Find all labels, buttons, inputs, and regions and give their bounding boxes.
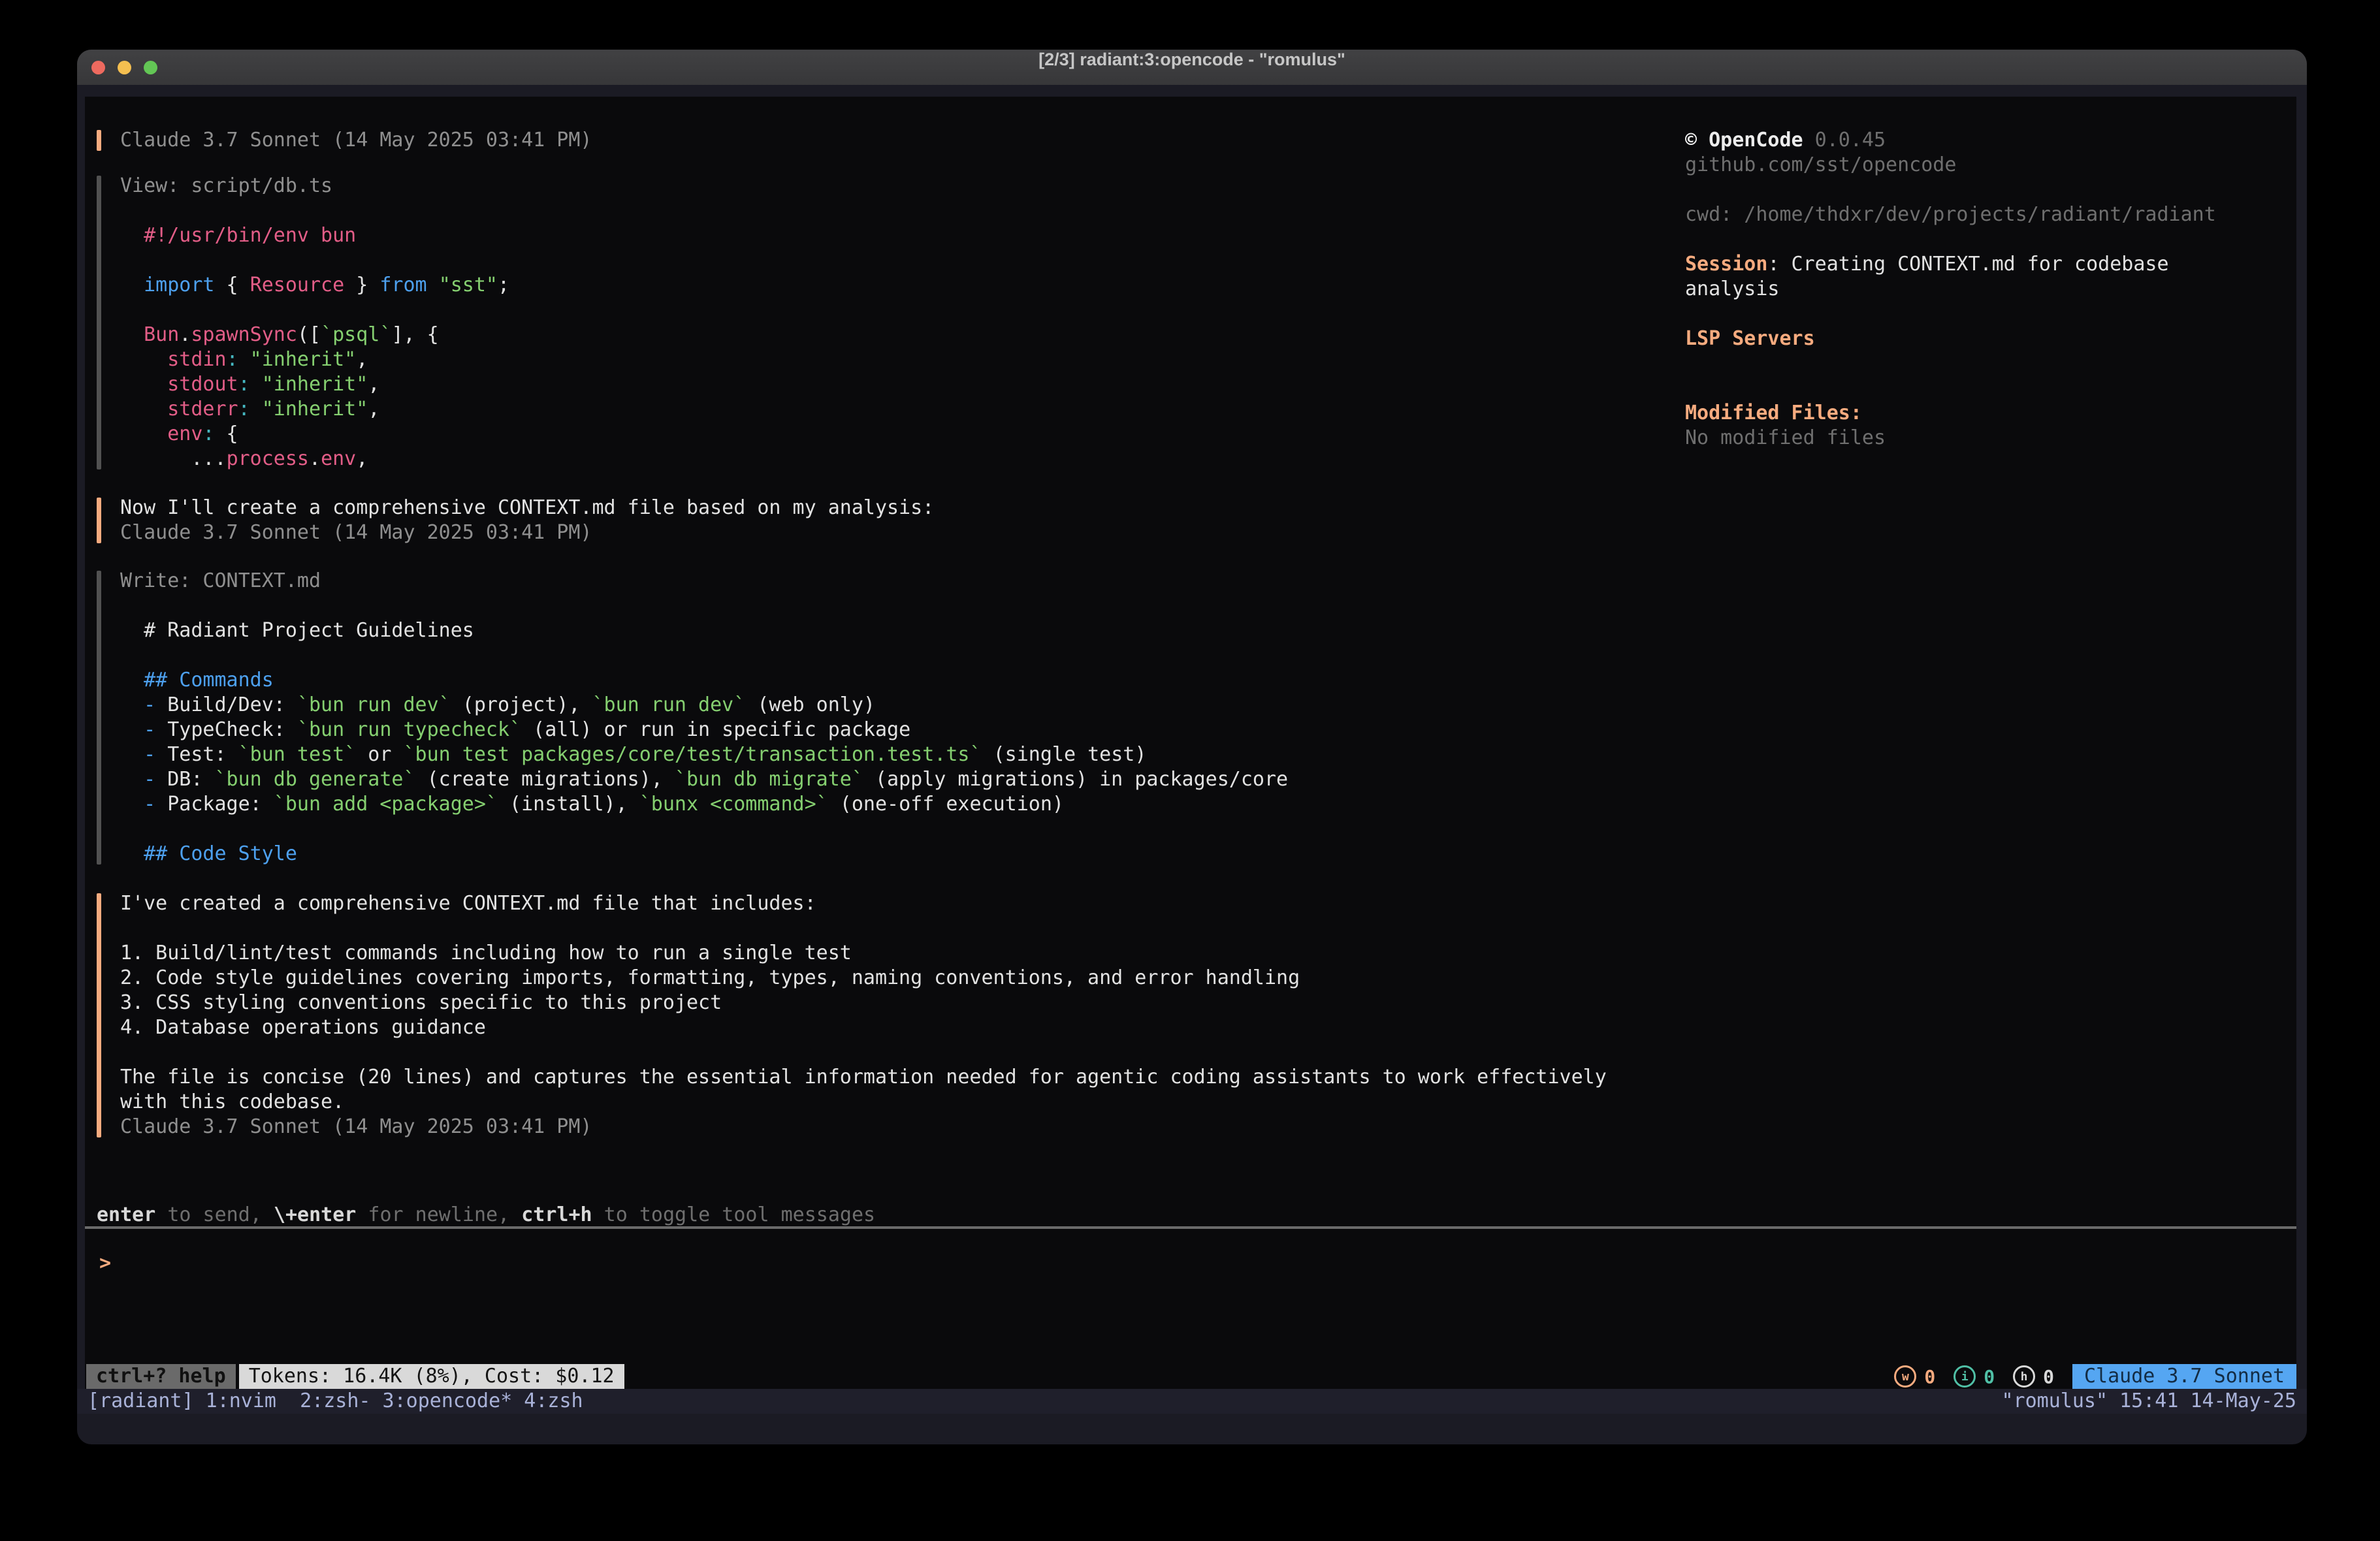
- traffic-lights: [91, 50, 157, 85]
- terminal-line: env: {: [120, 422, 509, 447]
- terminal-line: [120, 594, 1288, 618]
- terminal-line: [1685, 302, 2299, 326]
- terminal-line: 1. Build/lint/test commands including ho…: [120, 941, 1607, 966]
- terminal-line: Claude 3.7 Sonnet (14 May 2025 03:41 PM): [120, 128, 592, 153]
- terminal-line: Claude 3.7 Sonnet (14 May 2025 03:41 PM): [120, 1115, 1607, 1139]
- input-divider: [85, 1226, 2296, 1229]
- prompt-caret: >: [99, 1252, 111, 1275]
- terminal-line: with this codebase.: [120, 1090, 1607, 1115]
- terminal-line: enter to send, \+enter for newline, ctrl…: [97, 1203, 875, 1228]
- terminal-content: Claude 3.7 Sonnet (14 May 2025 03:41 PM)…: [85, 97, 2296, 1389]
- info-pane: © OpenCode 0.0.45github.com/sst/opencode…: [1685, 128, 2299, 451]
- counter-value: 0: [1984, 1366, 1995, 1388]
- terminal-line: [120, 916, 1607, 941]
- tmux-session-clock: "romulus" 15:41 14-May-25: [2001, 1389, 2296, 1414]
- tool-call-write: Write: CONTEXT.md # Radiant Project Guid…: [85, 569, 2296, 866]
- terminal-line: Modified Files:: [1685, 401, 2299, 426]
- terminal-line: [120, 199, 509, 223]
- terminal-line: [120, 1040, 1607, 1065]
- message-accent-bar: [97, 498, 101, 543]
- terminal-line: # Radiant Project Guidelines: [120, 618, 1288, 643]
- terminal-line: #!/usr/bin/env bun: [120, 223, 509, 248]
- terminal-line: No modified files: [1685, 426, 2299, 451]
- model-badge[interactable]: Claude 3.7 Sonnet: [2072, 1364, 2296, 1389]
- terminal-line: - TypeCheck: `bun run typecheck` (all) o…: [120, 718, 1288, 742]
- terminal-window: [2/3] radiant:3:opencode - "romulus" Cla…: [77, 50, 2307, 1444]
- desktop-background: [2/3] radiant:3:opencode - "romulus" Cla…: [0, 0, 2380, 1541]
- prompt-input[interactable]: >: [99, 1251, 111, 1276]
- terminal-line: 4. Database operations guidance: [120, 1015, 1607, 1040]
- terminal-line: - Test: `bun test` or `bun test packages…: [120, 742, 1288, 767]
- tokens-cost-badge: Tokens: 16.4K (8%), Cost: $0.12: [239, 1364, 624, 1389]
- message-accent-bar: [97, 571, 101, 865]
- close-button[interactable]: [91, 61, 105, 74]
- status-right: w0i0h0 Claude 3.7 Sonnet: [1894, 1364, 2296, 1389]
- terminal-line: View: script/db.ts: [120, 174, 509, 199]
- terminal-line: Write: CONTEXT.md: [120, 569, 1288, 594]
- terminal-line: - DB: `bun db generate` (create migratio…: [120, 767, 1288, 792]
- assistant-message: Now I'll create a comprehensive CONTEXT.…: [85, 496, 2296, 545]
- terminal-line: 2. Code style guidelines covering import…: [120, 966, 1607, 991]
- terminal-line: - Build/Dev: `bun run dev` (project), `b…: [120, 693, 1288, 718]
- terminal-line: cwd: /home/thdxr/dev/projects/radiant/ra…: [1685, 202, 2299, 227]
- counter-value: 0: [2043, 1366, 2054, 1388]
- terminal-line: github.com/sst/opencode: [1685, 153, 2299, 178]
- terminal-line: [120, 248, 509, 273]
- terminal-line: Claude 3.7 Sonnet (14 May 2025 03:41 PM): [120, 520, 934, 545]
- minimize-button[interactable]: [118, 61, 131, 74]
- terminal-line: analysis: [1685, 277, 2299, 302]
- terminal-line: I've created a comprehensive CONTEXT.md …: [120, 891, 1607, 916]
- i-counter: i0: [1954, 1365, 1995, 1388]
- terminal-line: ## Code Style: [120, 842, 1288, 866]
- h-circle-icon: h: [2013, 1365, 2035, 1388]
- terminal-line: - Package: `bun add <package>` (install)…: [120, 792, 1288, 817]
- assistant-message: I've created a comprehensive CONTEXT.md …: [85, 891, 2296, 1139]
- terminal-line: [120, 298, 509, 323]
- terminal-line: [120, 643, 1288, 668]
- message-accent-bar: [97, 893, 101, 1137]
- tmux-window-list[interactable]: [radiant] 1:nvim 2:zsh- 3:opencode* 4:zs…: [88, 1389, 583, 1414]
- terminal-line: [1685, 178, 2299, 202]
- diagnostic-counters: w0i0h0: [1894, 1365, 2054, 1388]
- w-counter: w0: [1894, 1365, 1935, 1388]
- terminal-line: import { Resource } from "sst";: [120, 273, 509, 298]
- terminal-line: Session: Creating CONTEXT.md for codebas…: [1685, 252, 2299, 277]
- i-circle-icon: i: [1954, 1365, 1976, 1388]
- terminal-line: Bun.spawnSync([`psql`], {: [120, 323, 509, 347]
- terminal-line: [1685, 376, 2299, 401]
- terminal-line: [120, 817, 1288, 842]
- w-circle-icon: w: [1894, 1365, 1916, 1388]
- terminal-line: The file is concise (20 lines) and captu…: [120, 1065, 1607, 1090]
- help-badge[interactable]: ctrl+? help: [86, 1364, 236, 1389]
- tmux-status-bar: [radiant] 1:nvim 2:zsh- 3:opencode* 4:zs…: [77, 1389, 2307, 1414]
- terminal-line: [1685, 351, 2299, 376]
- keybind-hint: enter to send, \+enter for newline, ctrl…: [97, 1203, 875, 1228]
- terminal-line: [1685, 227, 2299, 252]
- status-bar: ctrl+? help Tokens: 16.4K (8%), Cost: $0…: [85, 1364, 2296, 1389]
- message-accent-bar: [97, 176, 101, 469]
- terminal-line: 3. CSS styling conventions specific to t…: [120, 991, 1607, 1015]
- terminal-line: stderr: "inherit",: [120, 397, 509, 422]
- terminal-line: stdin: "inherit",: [120, 347, 509, 372]
- terminal-line: Now I'll create a comprehensive CONTEXT.…: [120, 496, 934, 520]
- window-title: [2/3] radiant:3:opencode - "romulus": [77, 50, 2307, 85]
- terminal-line: LSP Servers: [1685, 326, 2299, 351]
- h-counter: h0: [2013, 1365, 2054, 1388]
- terminal-line: stdout: "inherit",: [120, 372, 509, 397]
- zoom-button[interactable]: [144, 61, 157, 74]
- message-accent-bar: [97, 130, 101, 151]
- terminal-line: © OpenCode 0.0.45: [1685, 128, 2299, 153]
- terminal-line: ## Commands: [120, 668, 1288, 693]
- titlebar[interactable]: [2/3] radiant:3:opencode - "romulus": [77, 50, 2307, 85]
- counter-value: 0: [1924, 1366, 1935, 1388]
- terminal-line: ...process.env,: [120, 447, 509, 471]
